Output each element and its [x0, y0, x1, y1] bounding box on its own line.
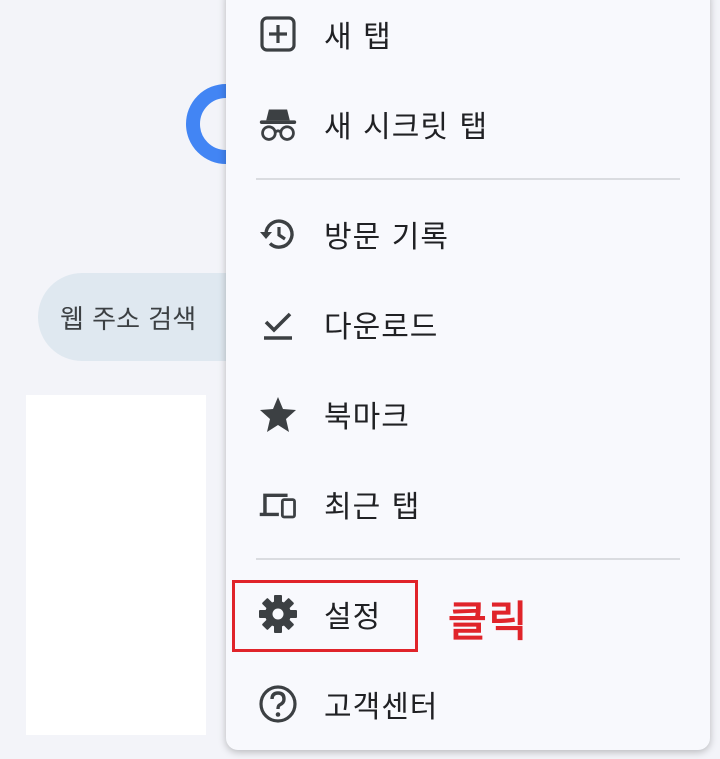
menu-item-label: 북마크 — [324, 400, 410, 435]
help-icon — [258, 684, 298, 724]
new-tab-icon — [258, 14, 298, 54]
menu-divider — [256, 558, 680, 560]
menu-item-downloads[interactable]: 다운로드 — [226, 280, 710, 368]
menu-item-label: 다운로드 — [324, 310, 439, 345]
star-icon — [258, 394, 298, 434]
devices-icon — [258, 484, 298, 524]
download-icon — [258, 304, 298, 344]
menu-item-label: 새 탭 — [324, 20, 392, 55]
menu-divider — [256, 178, 680, 180]
menu-item-label: 방문 기록 — [324, 220, 449, 255]
history-icon — [258, 214, 298, 254]
menu-item-label: 최근 탭 — [324, 490, 421, 525]
settings-highlight-box — [232, 580, 418, 652]
search-placeholder: 웹 주소 검색 — [60, 304, 197, 335]
click-annotation: 클릭 — [448, 597, 530, 646]
menu-item-bookmarks[interactable]: 북마크 — [226, 370, 710, 458]
menu-item-history[interactable]: 방문 기록 — [226, 190, 710, 278]
menu-item-recent-tabs[interactable]: 최근 탭 — [226, 460, 710, 548]
menu-item-help[interactable]: 고객센터 — [226, 660, 710, 748]
menu-item-new-tab[interactable]: 새 탭 — [226, 0, 710, 78]
menu-item-incognito[interactable]: 새 시크릿 탭 — [226, 80, 710, 168]
content-card — [26, 395, 206, 735]
menu-item-label: 새 시크릿 탭 — [324, 110, 489, 145]
menu-item-label: 고객센터 — [324, 690, 439, 725]
incognito-icon — [258, 104, 298, 144]
